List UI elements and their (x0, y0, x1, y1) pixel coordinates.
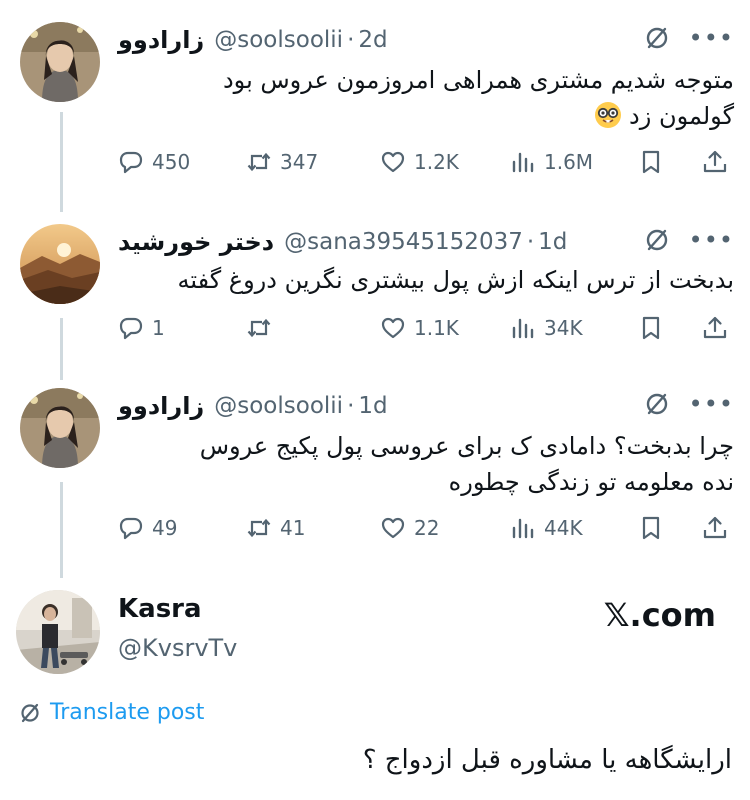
like-count: 1.1K (414, 316, 459, 340)
author-handle[interactable]: @soolsoolii (214, 27, 343, 53)
separator-dot: · (347, 393, 355, 419)
tweet-text-line: متوجه شدیم مشتری همراهی امروزمون عروس بو… (222, 66, 734, 94)
main-post-text: ارایشگاهه یا مشاوره قبل ازدواج ؟ (362, 745, 732, 775)
tweet-1[interactable]: زارادوو @soolsoolii · 2d ••• متوجه شدیم … (0, 20, 750, 200)
post-age[interactable]: 1d (538, 229, 567, 255)
heart-icon (381, 517, 405, 539)
main-author-name[interactable]: Kasra (118, 594, 202, 624)
reply-button[interactable]: 1 (118, 315, 165, 341)
bookmark-button[interactable] (638, 515, 664, 541)
tweet-text-line-with-emoji: گولمون زد (118, 98, 734, 134)
like-button[interactable]: 1.1K (380, 315, 459, 341)
tweet-text: متوجه شدیم مشتری همراهی امروزمون عروس بو… (118, 62, 734, 134)
share-button[interactable] (702, 515, 728, 541)
separator-dot: · (347, 27, 355, 53)
share-button[interactable] (702, 149, 728, 175)
tweet-2[interactable]: دختر خورشید @sana39545152037 · 1d ••• بد… (0, 222, 750, 362)
grok-icon[interactable] (643, 24, 671, 52)
translate-post-link[interactable]: Translate post (18, 700, 204, 725)
separator-dot: · (526, 229, 535, 255)
main-post-author: Kasra @KvsrvTv 𝕏.com (0, 590, 750, 680)
tweet-text-line: گولمون زد (629, 102, 734, 130)
tweet-text-line: بدبخت از ترس اینکه ازش پول بیشتری نگرین … (177, 266, 734, 294)
post-age[interactable]: 2d (358, 27, 387, 53)
bookmark-button[interactable] (638, 149, 664, 175)
repost-button[interactable] (246, 315, 280, 341)
views-button[interactable]: 44K (510, 515, 583, 541)
views-button[interactable]: 1.6M (510, 149, 593, 175)
translate-icon (21, 703, 39, 722)
action-bar: 1 1.1K 34K (118, 308, 734, 348)
bookmark-icon (642, 150, 660, 174)
share-icon (703, 316, 727, 339)
action-bar: 49 41 22 44K (118, 508, 734, 548)
views-button[interactable]: 34K (510, 315, 583, 341)
share-icon (703, 516, 727, 539)
header-actions: ••• (643, 226, 734, 254)
tweet-3[interactable]: زارادوو @soolsoolii · 1d ••• چرا بدبخت؟ … (0, 386, 750, 566)
views-icon (512, 518, 534, 539)
tweet-text-line: چرا بدبخت؟ دامادی ک برای عروسی پول پکیج … (199, 432, 734, 460)
x-com-watermark: 𝕏.com (603, 596, 716, 634)
views-count: 1.6M (544, 150, 594, 174)
like-count: 1.2K (414, 150, 459, 174)
author-display-name[interactable]: زارادوو (118, 26, 204, 54)
bookmark-icon (642, 316, 660, 340)
repost-icon (247, 152, 271, 172)
tweet-header: دختر خورشید @sana39545152037 · 1d (118, 222, 567, 262)
tweet-header: زارادوو @soolsoolii · 2d (118, 20, 388, 60)
more-icon[interactable]: ••• (689, 228, 734, 252)
reply-icon (119, 517, 143, 540)
reply-count: 450 (152, 150, 191, 174)
reply-icon (119, 151, 143, 174)
tweet-header: زارادوو @soolsoolii · 1d (118, 386, 388, 426)
author-display-name[interactable]: زارادوو (118, 392, 204, 420)
bookmark-button[interactable] (638, 315, 664, 341)
repost-button[interactable]: 41 (246, 515, 305, 541)
tweet-text: چرا بدبخت؟ دامادی ک برای عروسی پول پکیج … (118, 428, 734, 500)
share-icon (703, 150, 727, 173)
avatar[interactable] (20, 22, 100, 102)
tweet-text: بدبخت از ترس اینکه ازش پول بیشتری نگرین … (118, 262, 734, 298)
author-handle[interactable]: @sana39545152037 (284, 229, 523, 255)
grok-icon[interactable] (643, 390, 671, 418)
tweet-text-line: نده معلومه تو زندگی چطوره (448, 468, 734, 496)
author-handle[interactable]: @soolsoolii (214, 393, 343, 419)
more-icon[interactable]: ••• (689, 392, 734, 416)
share-button[interactable] (702, 315, 728, 341)
translate-label: Translate post (50, 700, 205, 725)
repost-count: 347 (280, 150, 319, 174)
reply-button[interactable]: 450 (118, 149, 190, 175)
header-actions: ••• (643, 390, 734, 418)
author-display-name[interactable]: دختر خورشید (118, 228, 274, 256)
grok-icon[interactable] (643, 226, 671, 254)
heart-icon (381, 317, 405, 339)
header-actions: ••• (643, 24, 734, 52)
bookmark-icon (642, 516, 660, 540)
like-button[interactable]: 1.2K (380, 149, 459, 175)
heart-icon (381, 151, 405, 173)
reply-icon (119, 317, 143, 340)
views-count: 44K (544, 516, 583, 540)
repost-button[interactable]: 347 (246, 149, 318, 175)
repost-count: 41 (280, 516, 306, 540)
reply-button[interactable]: 49 (118, 515, 177, 541)
reply-count: 49 (152, 516, 178, 540)
nerd-face-emoji-icon (593, 100, 623, 130)
reply-count: 1 (152, 316, 165, 340)
post-age[interactable]: 1d (358, 393, 387, 419)
more-icon[interactable]: ••• (689, 26, 734, 50)
like-button[interactable]: 22 (380, 515, 439, 541)
views-icon (512, 318, 534, 339)
repost-icon (247, 318, 271, 338)
avatar[interactable] (20, 388, 100, 468)
main-author-handle[interactable]: @KvsrvTv (118, 634, 237, 662)
like-count: 22 (414, 516, 440, 540)
views-count: 34K (544, 316, 583, 340)
repost-icon (247, 518, 271, 538)
action-bar: 450 347 1.2K 1.6M (118, 142, 734, 182)
avatar[interactable] (16, 590, 100, 674)
views-icon (512, 152, 534, 173)
avatar[interactable] (20, 224, 100, 304)
